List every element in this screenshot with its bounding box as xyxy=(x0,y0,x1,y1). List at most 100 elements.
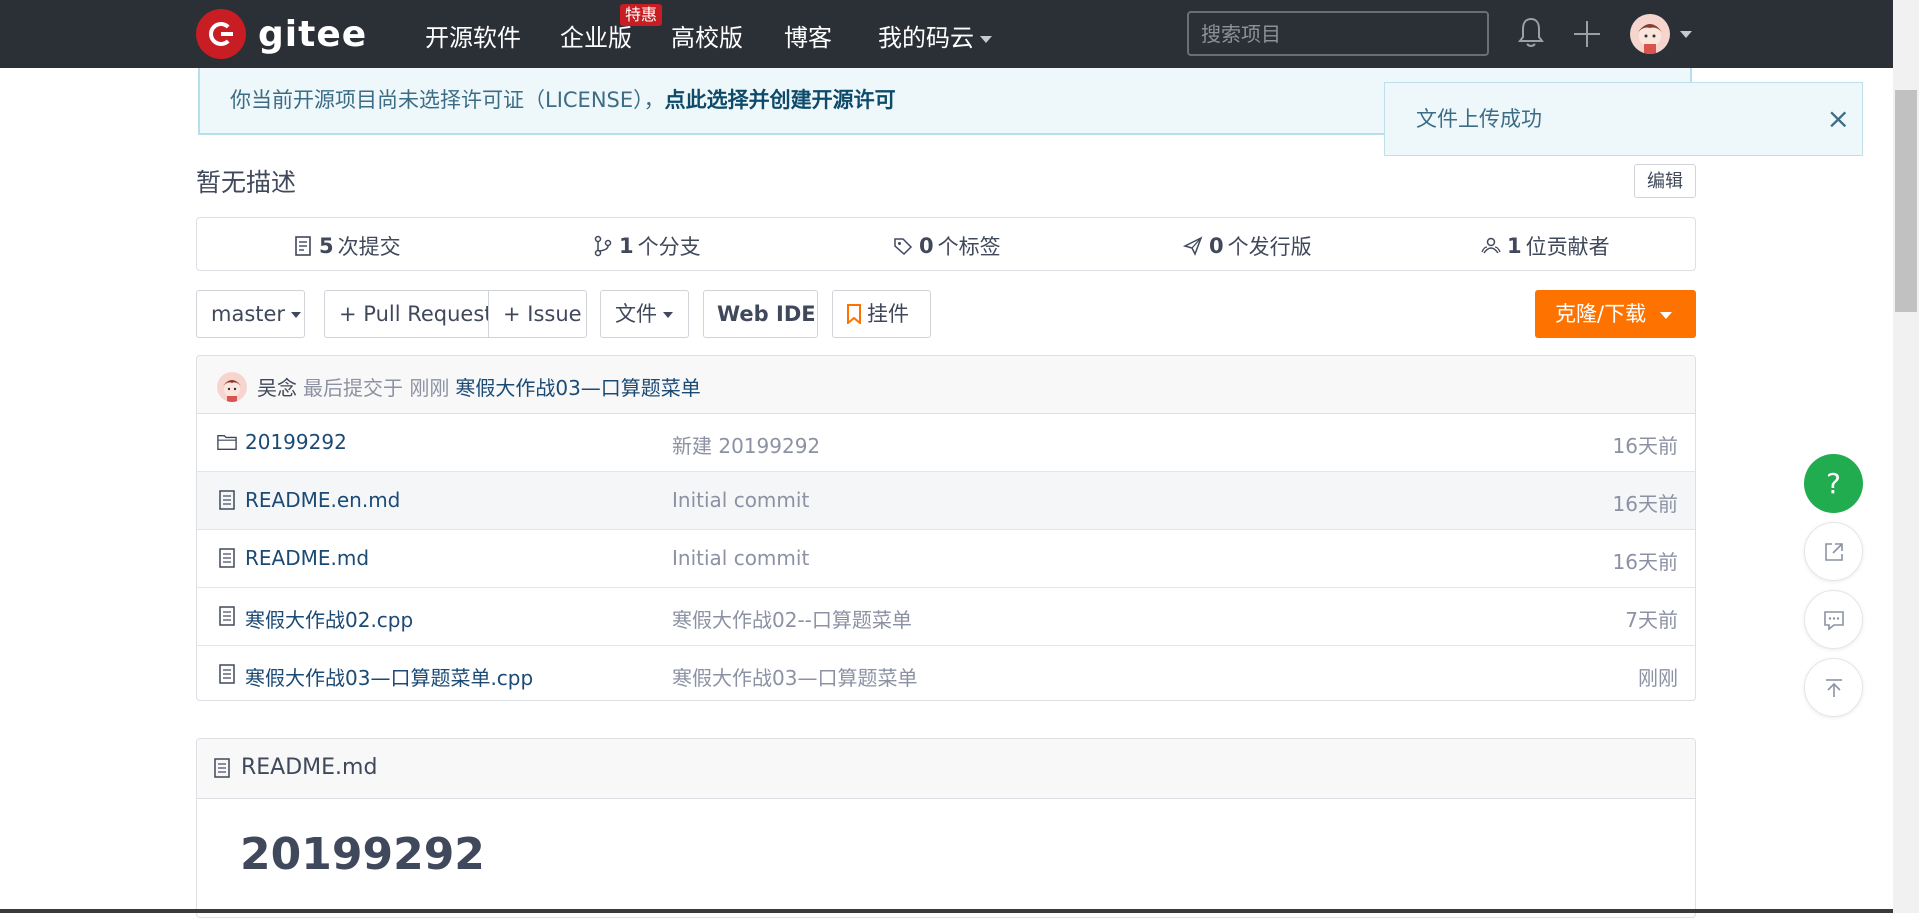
chevron-down-icon xyxy=(1660,311,1673,319)
files-dropdown[interactable]: 文件 xyxy=(600,290,689,338)
stat-releases[interactable]: 0 个发行版 xyxy=(1183,231,1312,261)
branch-select[interactable]: master xyxy=(196,290,305,338)
web-ide-button[interactable]: Web IDE xyxy=(703,290,818,338)
file-time: 16天前 xyxy=(1612,550,1678,574)
repo-stats-bar: 5 次提交 1 个分支 0 个标签 0 个发行版 1 位贡献者 xyxy=(196,217,1696,271)
clone-download-button[interactable]: 克隆/下载 xyxy=(1535,290,1696,338)
file-row[interactable]: 20199292 新建 20199292 16天前 xyxy=(197,414,1695,472)
plus-icon[interactable] xyxy=(1572,19,1602,49)
pull-request-button[interactable]: + Pull Request xyxy=(324,290,493,338)
readme-filename[interactable]: README.md xyxy=(241,755,377,780)
readme-panel: README.md 20199292 xyxy=(196,738,1696,918)
upload-success-toast: 文件上传成功 × xyxy=(1384,82,1863,156)
search-input[interactable] xyxy=(1187,11,1489,56)
file-name[interactable]: README.md xyxy=(245,546,369,570)
license-create-link[interactable]: 点此选择并创建开源许可 xyxy=(665,88,896,112)
branch-label: master xyxy=(211,302,286,326)
file-name[interactable]: 20199292 xyxy=(245,430,347,454)
commits-icon xyxy=(295,236,311,256)
tags-label: 个标签 xyxy=(937,235,1001,259)
file-name[interactable]: 寒假大作战02.cpp xyxy=(245,604,413,633)
share-button[interactable] xyxy=(1804,522,1863,581)
chevron-down-icon xyxy=(980,35,992,43)
file-name[interactable]: 寒假大作战03—口算题菜单.cpp xyxy=(245,662,533,691)
stat-tags[interactable]: 0 个标签 xyxy=(893,231,1001,261)
nav-blog[interactable]: 博客 xyxy=(784,18,832,53)
contributors-icon xyxy=(1481,237,1501,254)
commits-label: 次提交 xyxy=(337,235,401,259)
hot-badge: 特惠 xyxy=(620,4,663,26)
contributors-count: 1 xyxy=(1507,234,1522,258)
file-icon xyxy=(219,606,235,626)
file-icon xyxy=(219,548,235,568)
stat-contributors[interactable]: 1 位贡献者 xyxy=(1481,231,1610,261)
avatar-chevron-down-icon[interactable] xyxy=(1680,31,1692,38)
taskbar-edge xyxy=(0,909,1893,913)
arrow-up-icon xyxy=(1826,679,1842,697)
issue-button[interactable]: + Issue xyxy=(488,290,587,338)
widget-label: 挂件 xyxy=(867,302,909,326)
help-button[interactable]: ? xyxy=(1804,454,1863,513)
releases-count: 0 xyxy=(1209,234,1224,258)
file-name[interactable]: README.en.md xyxy=(245,488,400,512)
tags-count: 0 xyxy=(919,234,934,258)
bookmark-icon xyxy=(847,304,861,326)
top-navbar: gitee 开源软件 企业版 特惠 高校版 博客 我的码云 xyxy=(0,0,1893,68)
file-commit-message[interactable]: Initial commit xyxy=(672,488,809,512)
back-to-top-button[interactable] xyxy=(1804,658,1863,717)
file-row[interactable]: README.md Initial commit 16天前 xyxy=(197,530,1695,588)
file-list: 吴念 最后提交于 刚刚 寒假大作战03—口算题菜单 20199292 新建 2019… xyxy=(196,355,1696,701)
commit-author-avatar[interactable] xyxy=(217,372,247,402)
file-commit-message[interactable]: 寒假大作战03—口算题菜单 xyxy=(672,662,917,691)
repo-description: 暂无描述 xyxy=(196,168,297,197)
license-notice-text: 你当前开源项目尚未选择许可证（LICENSE）， xyxy=(230,88,665,112)
file-commit-message[interactable]: 寒假大作战02--口算题菜单 xyxy=(672,604,912,633)
chat-icon xyxy=(1824,611,1844,631)
logo-text: gitee xyxy=(258,13,368,55)
nav-education[interactable]: 高校版 xyxy=(671,18,743,53)
close-icon[interactable]: × xyxy=(1827,83,1850,155)
nav-my-gitee[interactable]: 我的码云 xyxy=(878,18,992,53)
clone-label: 克隆/下载 xyxy=(1555,302,1647,326)
tag-icon xyxy=(894,238,913,256)
commit-meta: 最后提交于 刚刚 xyxy=(303,376,450,400)
file-commit-message[interactable]: 新建 20199292 xyxy=(672,430,820,459)
commit-message[interactable]: 寒假大作战03—口算题菜单 xyxy=(455,376,700,400)
branch-icon xyxy=(594,235,612,257)
commits-count: 5 xyxy=(319,234,334,258)
file-commit-message[interactable]: Initial commit xyxy=(672,546,809,570)
commit-author[interactable]: 吴念 xyxy=(257,376,297,400)
releases-label: 个发行版 xyxy=(1227,235,1312,259)
page-scrollbar[interactable] xyxy=(1893,0,1919,913)
share-icon xyxy=(1825,543,1843,561)
user-avatar[interactable] xyxy=(1630,14,1670,54)
folder-icon xyxy=(217,434,237,450)
file-row[interactable]: README.en.md Initial commit 16天前 xyxy=(197,472,1695,530)
widget-button[interactable]: 挂件 xyxy=(832,290,931,338)
feedback-button[interactable] xyxy=(1804,590,1863,649)
scrollbar-thumb[interactable] xyxy=(1895,90,1917,312)
nav-my-gitee-label: 我的码云 xyxy=(878,24,974,52)
edit-description-button[interactable]: 编辑 xyxy=(1634,164,1696,198)
stat-commits[interactable]: 5 次提交 xyxy=(293,231,401,261)
last-commit-row: 吴念 最后提交于 刚刚 寒假大作战03—口算题菜单 xyxy=(197,356,1695,414)
branches-label: 个分支 xyxy=(637,235,701,259)
bell-icon[interactable] xyxy=(1517,16,1545,50)
file-icon xyxy=(219,664,235,684)
readme-header: README.md xyxy=(197,739,1695,799)
files-label: 文件 xyxy=(615,302,657,326)
file-icon xyxy=(219,490,235,510)
file-row[interactable]: 寒假大作战03—口算题菜单.cpp 寒假大作战03—口算题菜单 刚刚 xyxy=(197,646,1695,700)
chevron-down-icon xyxy=(291,312,302,318)
file-time: 16天前 xyxy=(1612,434,1678,458)
nav-open-source[interactable]: 开源软件 xyxy=(425,18,521,53)
toast-message: 文件上传成功 xyxy=(1416,107,1542,131)
release-icon xyxy=(1183,236,1203,256)
file-icon xyxy=(214,758,230,778)
file-time: 刚刚 xyxy=(1638,666,1678,690)
stat-branches[interactable]: 1 个分支 xyxy=(593,231,701,261)
contributors-label: 位贡献者 xyxy=(1525,235,1610,259)
gitee-logo[interactable]: gitee xyxy=(196,9,368,59)
file-row[interactable]: 寒假大作战02.cpp 寒假大作战02--口算题菜单 7天前 xyxy=(197,588,1695,646)
branches-count: 1 xyxy=(619,234,634,258)
